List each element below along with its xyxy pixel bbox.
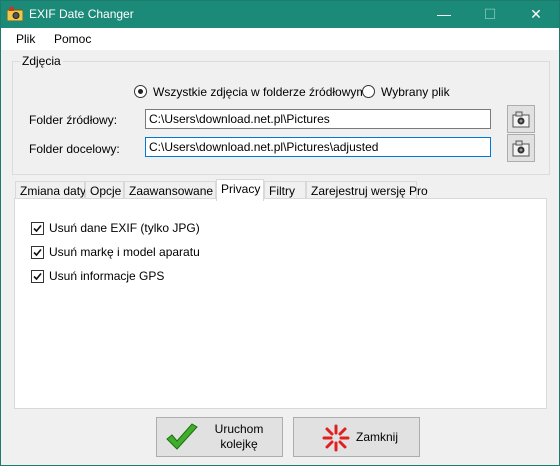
tab-advanced[interactable]: Zaawansowane bbox=[124, 181, 216, 199]
remove-gps-label[interactable]: Usuń informacje GPS bbox=[49, 269, 164, 283]
close-label: Zamknij bbox=[355, 430, 398, 444]
menu-bar: Plik Pomoc bbox=[1, 28, 559, 50]
menu-file[interactable]: Plik bbox=[16, 32, 35, 46]
tab-register-pro[interactable]: Zarejestruj wersję Pro bbox=[306, 181, 428, 199]
green-check-icon bbox=[166, 423, 198, 450]
browse-source-button[interactable] bbox=[507, 105, 535, 133]
remove-gps-checkbox[interactable] bbox=[31, 270, 44, 283]
photos-group-label: Zdjęcia bbox=[20, 54, 63, 68]
red-burst-icon bbox=[322, 424, 350, 452]
radio-single-file-label[interactable]: Wybrany plik bbox=[381, 85, 450, 99]
minimize-button[interactable]: — bbox=[421, 1, 467, 28]
title-bar: EXIF Date Changer — ☐ ✕ bbox=[1, 1, 559, 28]
radio-single-file[interactable] bbox=[362, 85, 375, 98]
app-camera-icon bbox=[7, 7, 23, 21]
folder-camera-icon bbox=[512, 140, 530, 157]
tab-privacy[interactable]: Privacy bbox=[216, 179, 264, 201]
radio-all-photos[interactable] bbox=[134, 85, 147, 98]
run-queue-label-line1: Uruchom bbox=[214, 422, 264, 436]
privacy-panel: Usuń dane EXIF (tylko JPG) Usuń markę i … bbox=[14, 198, 547, 409]
remove-exif-checkbox[interactable] bbox=[31, 222, 44, 235]
source-folder-label: Folder źródłowy: bbox=[29, 113, 118, 127]
target-folder-label: Folder docelowy: bbox=[29, 142, 120, 156]
browse-target-button[interactable] bbox=[507, 134, 535, 162]
run-queue-label-line2: kolejkę bbox=[220, 437, 258, 451]
menu-help[interactable]: Pomoc bbox=[54, 32, 91, 46]
tab-filters[interactable]: Filtry bbox=[264, 181, 306, 199]
target-folder-input[interactable]: C:\Users\download.net.pl\Pictures\adjust… bbox=[145, 137, 491, 157]
source-folder-input[interactable]: C:\Users\download.net.pl\Pictures bbox=[145, 109, 491, 129]
checkmark-icon bbox=[33, 248, 42, 257]
window-title: EXIF Date Changer bbox=[29, 7, 134, 21]
tab-options[interactable]: Opcje bbox=[85, 181, 124, 199]
maximize-button[interactable]: ☐ bbox=[467, 1, 513, 28]
tab-change-date[interactable]: Zmiana daty bbox=[15, 181, 86, 199]
close-window-button[interactable]: ✕ bbox=[513, 1, 559, 28]
checkmark-icon bbox=[33, 224, 42, 233]
close-button[interactable]: Zamknij bbox=[293, 417, 420, 457]
radio-all-photos-label[interactable]: Wszystkie zdjęcia w folderze źródłowym bbox=[153, 85, 366, 99]
app-window: EXIF Date Changer — ☐ ✕ Plik Pomoc Zdjęc… bbox=[0, 0, 560, 466]
remove-camera-label[interactable]: Usuń markę i model aparatu bbox=[49, 245, 200, 259]
run-queue-button[interactable]: Uruchom kolejkę bbox=[156, 417, 283, 457]
remove-camera-checkbox[interactable] bbox=[31, 246, 44, 259]
remove-exif-label[interactable]: Usuń dane EXIF (tylko JPG) bbox=[49, 221, 200, 235]
folder-camera-icon bbox=[512, 111, 530, 128]
checkmark-icon bbox=[33, 272, 42, 281]
